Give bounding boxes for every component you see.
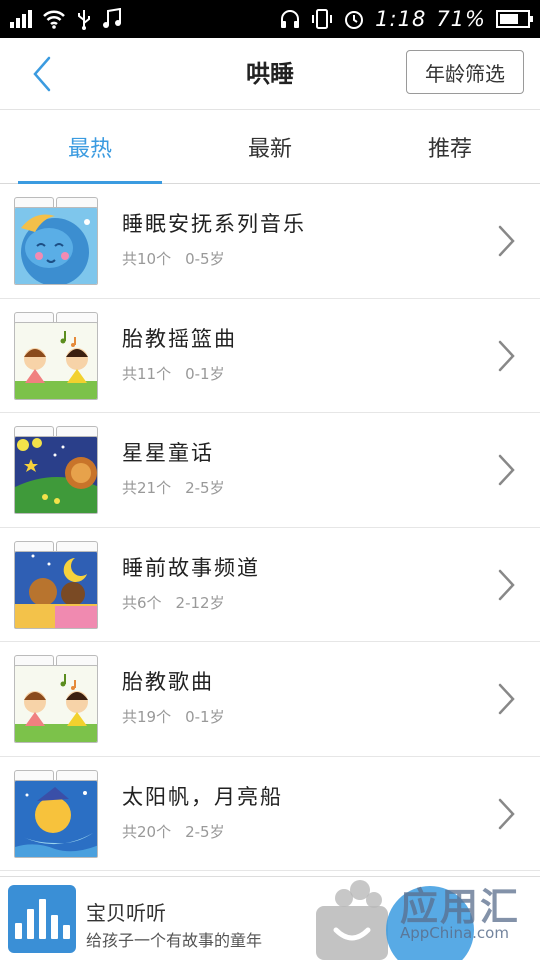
album-thumbnail: [14, 311, 98, 400]
album-thumbnail: [14, 655, 98, 743]
album-thumbnail: [14, 769, 98, 858]
age-range: 2-5岁: [185, 822, 225, 841]
watermark-domain: AppChina.com: [400, 924, 509, 942]
alarm-icon: [345, 11, 364, 29]
age-range: 2-12岁: [175, 593, 225, 612]
chevron-right-icon: [498, 569, 515, 600]
app-icon: [8, 885, 76, 953]
list-item[interactable]: 胎教摇篮曲 共11个 0-1岁: [0, 298, 540, 413]
album-meta: 共19个 0-1岁: [122, 706, 225, 727]
list-item[interactable]: 星星童话 共21个 2-5岁: [0, 413, 540, 528]
kids-singing-image: [15, 666, 97, 742]
battery-icon: [496, 10, 533, 28]
list-item[interactable]: 胎教歌曲 共19个 0-1岁: [0, 642, 540, 757]
album-title: 星星童话: [122, 441, 214, 465]
album-meta: 共6个 2-12岁: [122, 592, 225, 613]
wifi-icon: [43, 10, 65, 29]
status-time: 1:18: [375, 7, 427, 31]
list-item[interactable]: 太阳帆，月亮船 共20个 2-5岁: [0, 756, 540, 871]
battery-percent: 71%: [436, 7, 486, 31]
album-meta: 共21个 2-5岁: [122, 477, 225, 498]
episode-count: 共10个: [122, 250, 172, 268]
chevron-right-icon: [498, 340, 515, 371]
episode-count: 共20个: [122, 822, 172, 841]
music-note-icon: [103, 8, 121, 28]
tab-hottest[interactable]: 最热: [0, 110, 180, 184]
album-title: 胎教歌曲: [122, 670, 214, 694]
album-thumbnail: [14, 426, 98, 514]
moon-boat-image: [15, 780, 97, 857]
chevron-right-icon: [498, 454, 515, 486]
age-range: 0-5岁: [185, 250, 225, 268]
album-title: 太阳帆，月亮船: [122, 784, 283, 809]
episode-count: 共11个: [122, 364, 172, 383]
bears-in-bed-image: [15, 551, 97, 628]
header: 哄睡 年龄筛选: [0, 38, 540, 110]
moon-face-image: [15, 208, 97, 284]
kids-singing-image: [15, 322, 97, 399]
list-item[interactable]: 睡眠安抚系列音乐 共10个 0-5岁: [0, 184, 540, 299]
album-meta: 共20个 2-5岁: [122, 821, 225, 842]
app-tagline: 给孩子一个有故事的童年: [86, 931, 263, 950]
episode-count: 共19个: [122, 708, 172, 726]
headphones-icon: [281, 10, 300, 28]
tab-recommended[interactable]: 推荐: [360, 110, 540, 183]
album-thumbnail: [14, 540, 98, 629]
signal-icon: [10, 10, 32, 28]
album-title: 睡眠安抚系列音乐: [122, 212, 306, 236]
episode-count: 共6个: [122, 593, 162, 612]
age-range: 0-1岁: [185, 364, 225, 383]
vibrate-icon: [312, 9, 333, 29]
chevron-right-icon: [498, 798, 515, 829]
chevron-right-icon: [498, 683, 515, 715]
night-lion-image: [15, 437, 97, 513]
list-item[interactable]: 睡前故事频道 共6个 2-12岁: [0, 527, 540, 642]
episode-count: 共21个: [122, 479, 172, 497]
watermark-brand: 应用汇: [400, 885, 521, 929]
usb-icon: [78, 10, 90, 30]
album-thumbnail: [14, 197, 98, 285]
age-filter-button[interactable]: 年龄筛选: [406, 50, 524, 94]
album-list: 睡眠安抚系列音乐 共10个 0-5岁 胎教摇篮曲 共11个 0-1岁 星星童话 …: [0, 184, 540, 871]
album-title: 胎教摇篮曲: [122, 326, 237, 351]
chevron-right-icon: [498, 225, 515, 257]
tab-newest[interactable]: 最新: [180, 110, 360, 183]
tab-bar: 最热 最新 推荐: [0, 110, 540, 184]
age-range: 2-5岁: [185, 479, 225, 497]
app-name: 宝贝听听: [86, 901, 166, 925]
album-meta: 共10个 0-5岁: [122, 248, 225, 269]
status-bar: 1:18 71%: [0, 0, 540, 38]
age-range: 0-1岁: [185, 708, 225, 726]
album-meta: 共11个 0-1岁: [122, 363, 225, 384]
album-title: 睡前故事频道: [122, 555, 260, 580]
